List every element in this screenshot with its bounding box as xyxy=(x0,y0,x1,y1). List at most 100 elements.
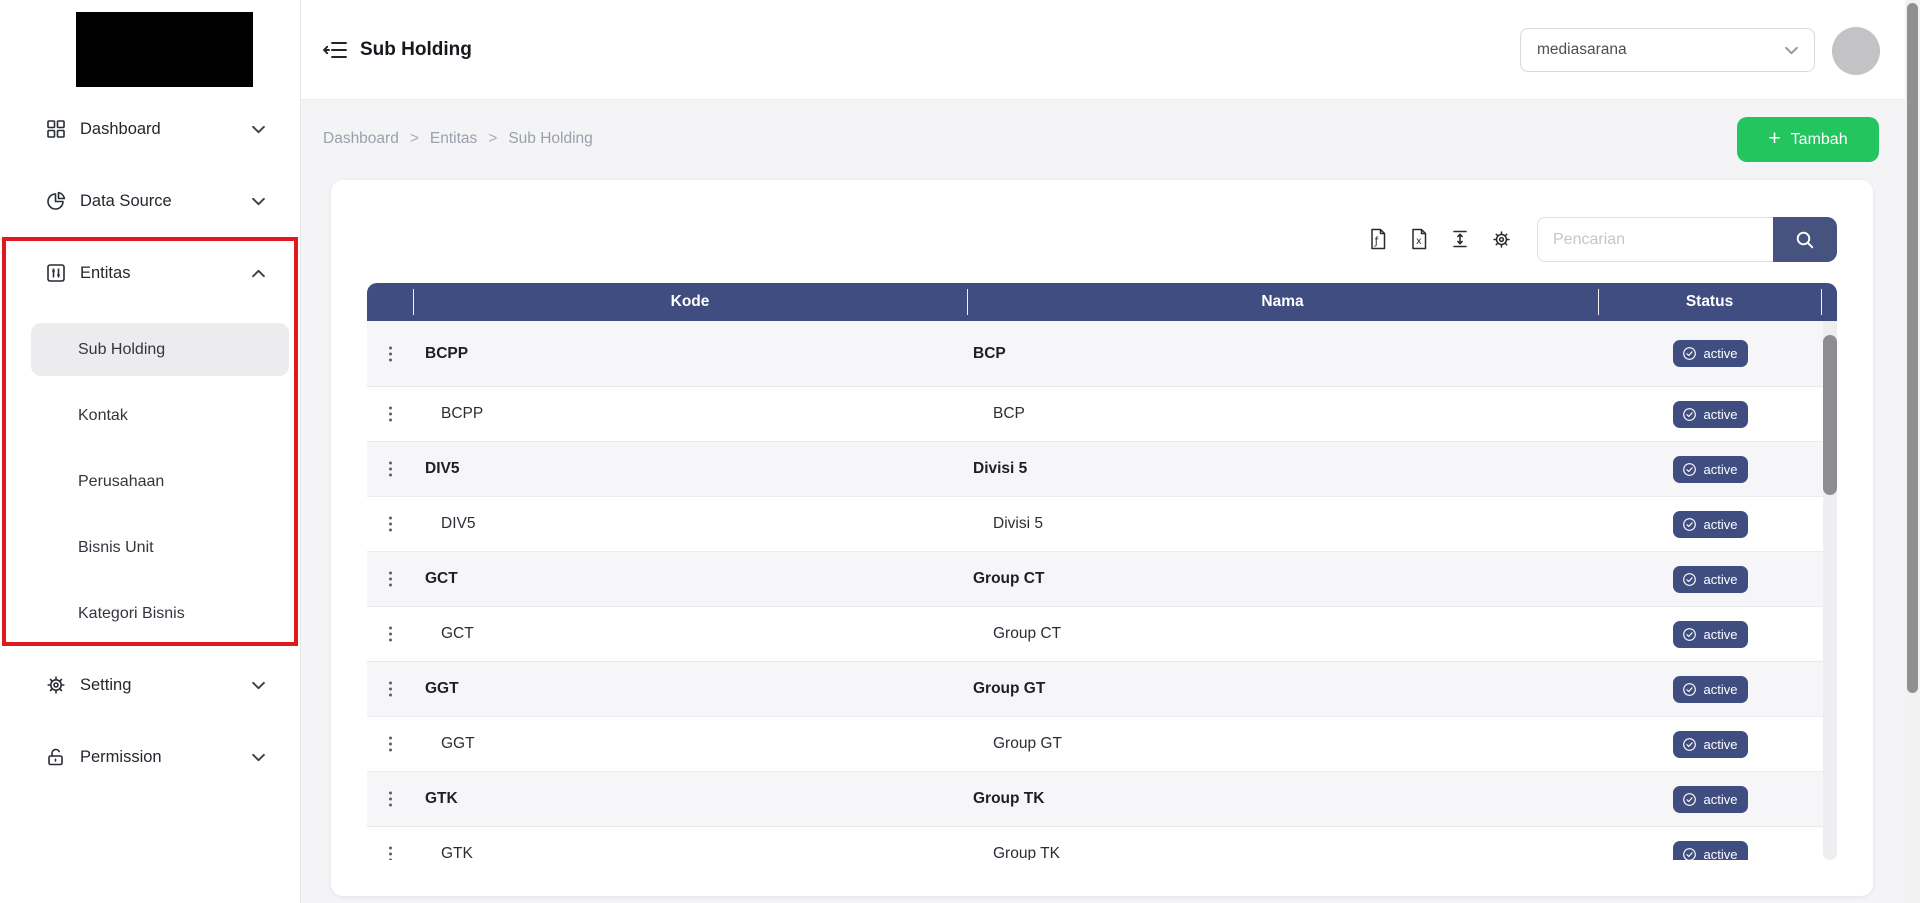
row-nama: Group TK xyxy=(967,790,1598,808)
sidebar-item-entitas[interactable]: Entitas xyxy=(16,251,288,295)
row-status-cell: active xyxy=(1598,841,1823,861)
topbar: Sub Holding mediasarana xyxy=(300,0,1920,100)
row-actions-kebab[interactable] xyxy=(367,515,413,533)
row-actions-kebab[interactable] xyxy=(367,570,413,588)
sidebar-item-label: Dashboard xyxy=(80,120,252,139)
add-button[interactable]: + Tambah xyxy=(1737,117,1879,162)
sidebar-item-setting[interactable]: Setting xyxy=(16,663,288,707)
row-kode: DIV5 xyxy=(413,460,967,478)
submenu-item-perusahaan[interactable]: Perusahaan xyxy=(31,455,289,508)
row-actions-kebab[interactable] xyxy=(367,345,413,363)
column-header-kode[interactable]: Kode xyxy=(413,283,967,321)
row-actions-kebab[interactable] xyxy=(367,735,413,753)
plus-icon: + xyxy=(1768,128,1780,149)
status-badge: active xyxy=(1673,566,1749,593)
table-scrollbar-track[interactable] xyxy=(1823,321,1837,860)
pie-chart-icon xyxy=(45,190,67,212)
search-button[interactable] xyxy=(1773,217,1837,262)
status-badge: active xyxy=(1673,511,1749,538)
sidebar-item-data-source[interactable]: Data Source xyxy=(16,179,288,223)
avatar[interactable] xyxy=(1832,27,1880,75)
row-kode: GCT xyxy=(413,570,967,588)
row-actions-kebab[interactable] xyxy=(367,625,413,643)
table-row: GTKGroup TKactive xyxy=(367,772,1823,827)
check-circle-icon xyxy=(1682,346,1697,361)
file-excel-icon[interactable]: x xyxy=(1408,227,1430,251)
breadcrumb-item[interactable]: Sub Holding xyxy=(508,130,592,148)
table-row: GTKGroup TKactive xyxy=(367,827,1823,860)
check-circle-icon xyxy=(1682,517,1697,532)
submenu-item-label: Bisnis Unit xyxy=(78,539,154,557)
tenant-select[interactable]: mediasarana xyxy=(1520,28,1815,72)
status-badge-label: active xyxy=(1704,682,1738,697)
check-circle-icon xyxy=(1682,627,1697,642)
row-actions-kebab[interactable] xyxy=(367,680,413,698)
sidebar-item-permission[interactable]: Permission xyxy=(16,735,288,779)
file-pdf-icon[interactable]: ƒ xyxy=(1367,227,1389,251)
breadcrumb-item[interactable]: Dashboard xyxy=(323,130,399,148)
sidebar-collapse-icon[interactable] xyxy=(322,39,348,61)
status-badge-label: active xyxy=(1704,462,1738,477)
submenu-item-kategori-bisnis[interactable]: Kategori Bisnis xyxy=(31,587,289,640)
column-divider xyxy=(967,289,968,315)
column-settings-icon[interactable] xyxy=(1490,227,1512,251)
row-actions-kebab[interactable] xyxy=(367,405,413,423)
text-height-icon[interactable] xyxy=(1449,227,1471,251)
chevron-up-icon xyxy=(252,269,265,278)
row-kode: DIV5 xyxy=(413,515,967,533)
breadcrumb-item[interactable]: Entitas xyxy=(430,130,477,148)
row-actions-kebab[interactable] xyxy=(367,460,413,478)
row-kode: GCT xyxy=(413,625,967,643)
status-badge: active xyxy=(1673,841,1749,861)
status-badge: active xyxy=(1673,456,1749,483)
row-nama: Group TK xyxy=(967,845,1598,860)
breadcrumb-separator: > xyxy=(410,130,419,148)
search-input[interactable] xyxy=(1537,217,1773,262)
export-toolbar: ƒx xyxy=(1367,227,1512,251)
chevron-down-icon xyxy=(252,681,265,690)
chevron-down-icon xyxy=(252,125,265,134)
app-logo xyxy=(76,12,253,87)
check-circle-icon xyxy=(1682,792,1697,807)
sidebar-nav: Dashboard Data Source Entitas Sub Holding Ko… xyxy=(0,107,300,807)
submenu-item-kontak[interactable]: Kontak xyxy=(31,389,289,442)
submenu-item-bisnis-unit[interactable]: Bisnis Unit xyxy=(31,521,289,574)
row-actions-kebab[interactable] xyxy=(367,790,413,808)
chevron-down-icon xyxy=(252,197,265,206)
status-badge-label: active xyxy=(1704,517,1738,532)
row-nama: Group GT xyxy=(967,680,1598,698)
column-header-status[interactable]: Status xyxy=(1598,283,1821,321)
sliders-icon xyxy=(45,262,67,284)
row-actions-kebab[interactable] xyxy=(367,845,413,860)
column-divider xyxy=(413,289,414,315)
tenant-select-value: mediasarana xyxy=(1537,41,1627,59)
row-kode: BCPP xyxy=(413,405,967,423)
table-scrollbar-thumb[interactable] xyxy=(1823,335,1837,495)
status-badge-label: active xyxy=(1704,627,1738,642)
column-divider xyxy=(1598,289,1599,315)
topbar-left: Sub Holding xyxy=(322,0,472,100)
chevron-down-icon xyxy=(252,753,265,762)
status-badge: active xyxy=(1673,340,1749,367)
sidebar-item-label: Setting xyxy=(80,676,252,695)
status-badge: active xyxy=(1673,731,1749,758)
page-scrollbar-thumb[interactable] xyxy=(1907,3,1918,693)
check-circle-icon xyxy=(1682,682,1697,697)
row-status-cell: active xyxy=(1598,731,1823,758)
submenu-item-sub-holding[interactable]: Sub Holding xyxy=(31,323,289,376)
main-content: Dashboard>Entitas>Sub Holding + Tambah ƒ… xyxy=(300,100,1920,903)
check-circle-icon xyxy=(1682,572,1697,587)
collapse-menu-icon xyxy=(322,39,348,61)
column-header-nama[interactable]: Nama xyxy=(967,283,1598,321)
status-badge-label: active xyxy=(1704,346,1738,361)
table-row: DIV5Divisi 5active xyxy=(367,497,1823,552)
sidebar-item-dashboard[interactable]: Dashboard xyxy=(16,107,288,151)
row-kode: GTK xyxy=(413,790,967,808)
svg-text:ƒ: ƒ xyxy=(1374,236,1379,248)
row-nama: Group CT xyxy=(967,625,1598,643)
submenu-item-label: Sub Holding xyxy=(78,341,165,359)
page-scrollbar-track[interactable] xyxy=(1905,0,1920,903)
sidebar-item-label: Permission xyxy=(80,748,252,767)
submenu-item-label: Kategori Bisnis xyxy=(78,605,185,623)
row-status-cell: active xyxy=(1598,340,1823,367)
